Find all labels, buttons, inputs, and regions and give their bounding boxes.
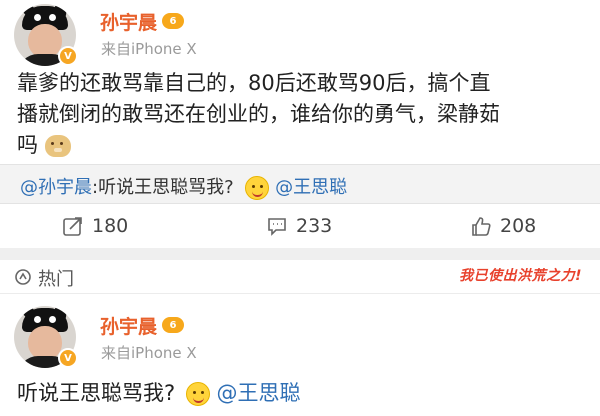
comment-text: 听说王思聪骂我? @王思聪 <box>17 378 301 409</box>
mention-link[interactable]: @王思聪 <box>275 177 347 198</box>
like-count: 208 <box>500 215 537 237</box>
comment-text-body: 听说王思聪骂我? <box>17 381 176 405</box>
hot-icon <box>15 269 31 285</box>
comment-source: 来自iPhone X <box>101 344 197 362</box>
hot-comments-header[interactable]: 热门 我已使出洪荒之力! <box>0 260 600 294</box>
verified-badge-icon: V <box>58 348 78 368</box>
repost-button[interactable]: 180 <box>62 214 128 238</box>
repost-count: 180 <box>92 215 129 237</box>
post-text-line: 吗 <box>17 130 587 161</box>
smile-emoji-icon <box>185 382 210 406</box>
sticker-text: 我已使出洪荒之力! <box>459 268 582 284</box>
post-text-line: 靠爹的还敢骂靠自己的，80后还敢骂90后，搞个直 <box>17 71 491 95</box>
doge-emoji-icon <box>44 135 71 157</box>
vip-level-badge: 6 <box>162 13 184 29</box>
username-link[interactable]: 孙宇晨 <box>100 312 157 339</box>
comment-item: V 孙宇晨 6 来自iPhone X 听说王思聪骂我? @王思聪 <box>0 296 600 416</box>
share-icon <box>63 217 82 236</box>
section-divider <box>0 248 600 260</box>
action-bar: 180 233 208 <box>0 204 600 248</box>
retweet-text: :听说王思聪骂我? <box>92 177 234 198</box>
post-text: 靠爹的还敢骂靠自己的，80后还敢骂90后，搞个直 播就倒闭的敢骂还在创业的，谁给… <box>17 68 587 161</box>
sticker-image: 我已使出洪荒之力! <box>459 265 582 285</box>
mention-link[interactable]: @王思聪 <box>217 381 301 405</box>
thumbs-up-icon <box>472 217 491 236</box>
verified-badge-icon: V <box>58 46 78 66</box>
username-link[interactable]: 孙宇晨 <box>100 8 157 35</box>
post-source: 来自iPhone X <box>101 40 197 58</box>
comment-count: 233 <box>296 215 333 237</box>
like-button[interactable]: 208 <box>470 214 536 238</box>
hot-label: 热门 <box>38 269 74 290</box>
weibo-post: V 孙宇晨 6 来自iPhone X 靠爹的还敢骂靠自己的，80后还敢骂90后，… <box>0 0 600 164</box>
post-text-line: 播就倒闭的敢骂还在创业的，谁给你的勇气，梁静茹 <box>17 102 500 126</box>
post-text-end: 吗 <box>17 133 38 157</box>
smile-emoji-icon <box>245 176 270 200</box>
comment-button[interactable]: 233 <box>266 214 332 238</box>
retweet-box[interactable]: @孙宇晨:听说王思聪骂我? @王思聪 <box>0 164 600 204</box>
vip-level-badge: 6 <box>162 317 184 333</box>
retweet-user-mention[interactable]: @孙宇晨 <box>20 177 92 198</box>
retweet-content: @孙宇晨:听说王思聪骂我? @王思聪 <box>20 173 347 200</box>
comment-icon <box>268 218 286 236</box>
